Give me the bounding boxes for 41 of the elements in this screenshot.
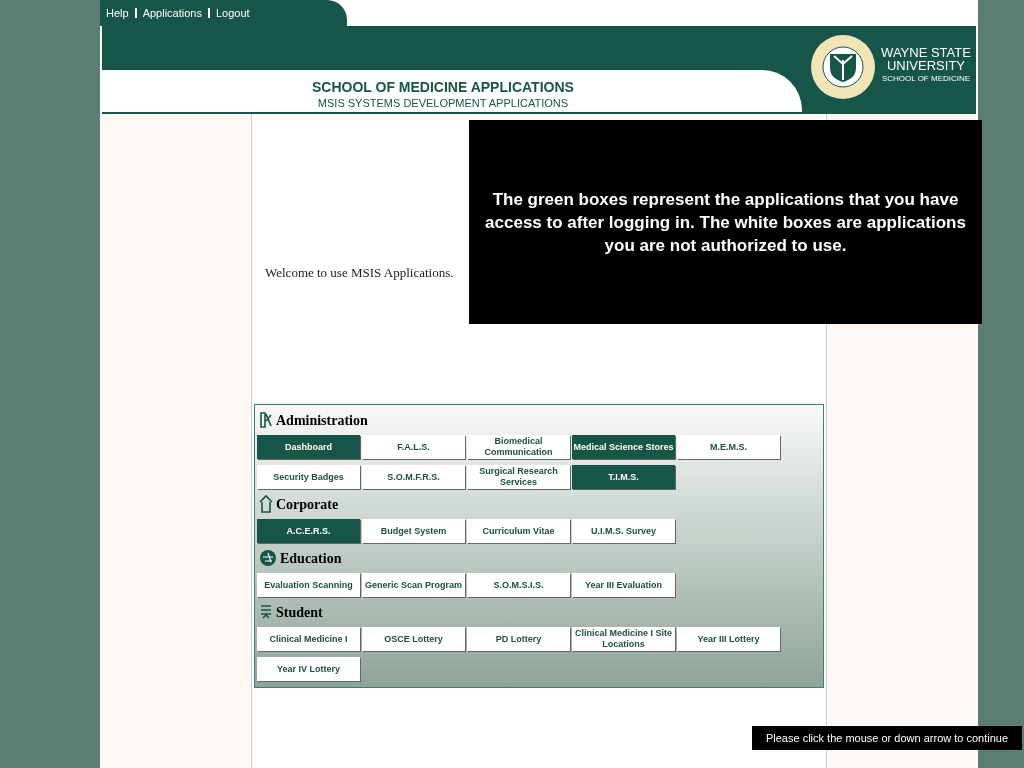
logo-text: UNIVERSITY	[887, 59, 965, 72]
app-button[interactable]: Clinical Medicine I	[257, 627, 360, 651]
section-title: Education	[280, 549, 342, 568]
house-icon	[259, 494, 273, 514]
seal-icon	[810, 34, 876, 100]
section-title: Administration	[276, 411, 368, 430]
app-button[interactable]: S.O.M.S.I.S.	[467, 573, 570, 597]
app-button[interactable]: Year IV Lottery	[257, 657, 360, 681]
page-subtitle: MSIS SYSTEMS DEVELOPMENT APPLICATIONS	[316, 96, 570, 110]
app-button[interactable]: Evaluation Scanning	[257, 573, 360, 597]
app-button[interactable]: A.C.E.R.S.	[257, 519, 360, 543]
app-button[interactable]: OSCE Lottery	[362, 627, 465, 651]
app-button[interactable]: Dashboard	[257, 435, 360, 459]
nav-link[interactable]: Applications	[142, 4, 202, 22]
app-button[interactable]: U.I.M.S. Survey	[572, 519, 675, 543]
callout-text: The green boxes represent the applications that you have access to after logging in. The white boxes are applications you are not authorized to use.	[484, 188, 967, 257]
section-title: Student	[276, 603, 323, 622]
app-button[interactable]: Curriculum Vitae	[467, 519, 570, 543]
logo-text: SCHOOL OF MEDICINE	[881, 75, 971, 83]
app-button[interactable]: M.E.M.S.	[677, 435, 780, 459]
welcome-text: Welcome to use MSIS Applications.	[265, 264, 454, 283]
app-button[interactable]: F.A.L.S.	[362, 435, 465, 459]
app-button[interactable]: Year III Evaluation	[572, 573, 675, 597]
app-button[interactable]: Budget System	[362, 519, 465, 543]
page-title: SCHOOL OF MEDICINE APPLICATIONS	[312, 78, 574, 96]
app-button[interactable]: S.O.M.F.R.S.	[362, 465, 465, 489]
app-button[interactable]: Biomedical Communication	[467, 435, 570, 459]
app-button[interactable]: Security Badges	[257, 465, 360, 489]
section-title: Corporate	[276, 495, 339, 514]
nav-link[interactable]: Help	[106, 4, 129, 22]
app-button[interactable]: Year III Lottery	[677, 627, 780, 651]
app-button[interactable]: Clinical Medicine I Site Locations	[572, 627, 675, 651]
globe-icon	[259, 549, 277, 567]
nav-link[interactable]: Logout	[215, 4, 250, 22]
continue-hint: Please click the mouse or down arrow to continue	[752, 726, 1022, 750]
app-button[interactable]: PD Lottery	[467, 627, 570, 651]
app-button[interactable]: T.I.M.S.	[572, 465, 675, 489]
app-button[interactable]: Surgical Research Services	[467, 465, 570, 489]
app-button[interactable]: Medical Science Stores	[572, 435, 675, 459]
app-button[interactable]: Generic Scan Program	[362, 573, 465, 597]
logo-text: WAYNE STATE	[881, 46, 971, 59]
